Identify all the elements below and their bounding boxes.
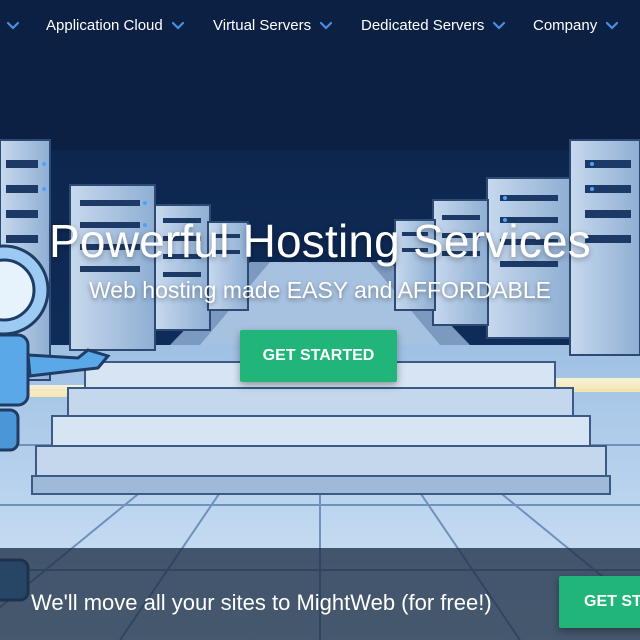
chevron-down-icon xyxy=(493,21,506,30)
migration-banner-text: We'll move all your sites to MightWeb (f… xyxy=(31,590,492,615)
nav-item-label: Company xyxy=(533,16,598,34)
hero-title: Powerful Hosting Services xyxy=(49,215,591,267)
chevron-down-icon xyxy=(171,21,184,30)
page: Application Cloud Virtual Servers Dedica… xyxy=(0,0,640,640)
nav-item-application-cloud[interactable]: Application Cloud xyxy=(46,14,185,36)
nav-item-dedicated-servers[interactable]: Dedicated Servers xyxy=(361,14,506,36)
nav-item-partial[interactable] xyxy=(0,14,20,36)
banner-get-started-button[interactable]: GET STARTED xyxy=(559,576,640,628)
hero-illustration xyxy=(0,0,640,640)
nav-item-virtual-servers[interactable]: Virtual Servers xyxy=(213,14,333,36)
chevron-down-icon xyxy=(606,21,619,30)
nav-item-company[interactable]: Company xyxy=(533,14,619,36)
chevron-down-icon xyxy=(319,21,333,30)
chevron-down-icon xyxy=(6,21,20,30)
nav-item-label: Virtual Servers xyxy=(213,16,312,34)
nav-item-label: Application Cloud xyxy=(46,16,163,34)
nav-item-label: Dedicated Servers xyxy=(361,16,485,34)
hero-subtitle: Web hosting made EASY and AFFORDABLE xyxy=(89,277,551,303)
get-started-button[interactable]: GET STARTED xyxy=(240,330,397,382)
main-nav: Application Cloud Virtual Servers Dedica… xyxy=(0,0,640,50)
